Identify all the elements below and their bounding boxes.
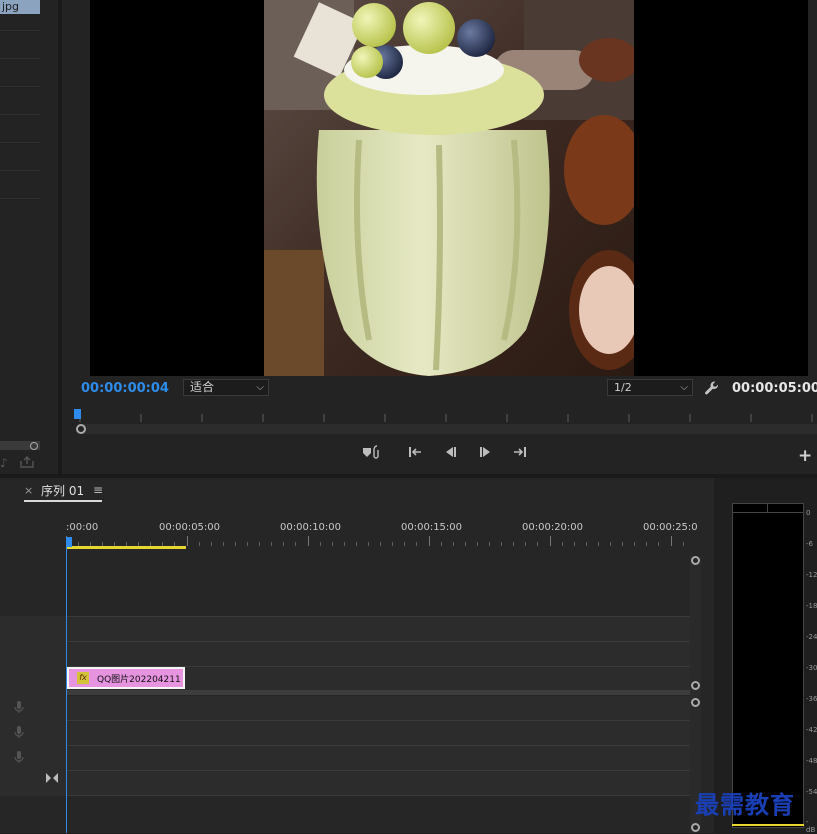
panel-menu-icon[interactable]: ≡: [93, 483, 103, 497]
marker-icon[interactable]: [362, 444, 384, 460]
track-separator: [66, 745, 690, 746]
ruler-label: 00:00:25:0: [643, 522, 698, 533]
meter-tick: -12: [806, 571, 817, 579]
scroll-knob[interactable]: [691, 556, 700, 565]
meter-tick: 0: [806, 509, 811, 517]
duration-timecode: 00:00:05:00: [732, 381, 817, 396]
resolution-dropdown[interactable]: 1/2 ⌵: [607, 379, 693, 396]
project-row-divider: [0, 170, 40, 171]
close-icon[interactable]: ×: [24, 484, 33, 497]
bowtie-icon[interactable]: [46, 773, 58, 786]
step-back-icon[interactable]: [441, 444, 459, 460]
music-note-icon[interactable]: ♪: [0, 456, 8, 470]
project-row-divider: [0, 114, 40, 115]
meter-tick: -30: [806, 664, 817, 672]
mic-icon[interactable]: [14, 725, 24, 742]
watermark-logo: 最需教育: [695, 790, 795, 819]
fx-badge: fx: [77, 672, 89, 684]
timeline-playhead-line[interactable]: [66, 546, 67, 833]
meter-tick: -6: [806, 540, 813, 548]
ruler-label: :00:00: [66, 522, 99, 533]
fit-value: 适合: [190, 380, 215, 394]
audio-track-1[interactable]: [66, 696, 690, 720]
meter-tick: -18: [806, 602, 817, 610]
export-icon[interactable]: [20, 456, 34, 468]
chevron-down-icon: ⌵: [256, 382, 264, 393]
scroll-knob[interactable]: [691, 823, 700, 832]
scroll-knob[interactable]: [691, 698, 700, 707]
current-timecode[interactable]: 00:00:00:04: [81, 381, 169, 396]
project-panel: [0, 0, 58, 474]
monitor-time-ruler[interactable]: [75, 408, 817, 422]
step-forward-icon[interactable]: [477, 444, 495, 460]
meter-tick: -dB: [806, 818, 816, 834]
project-zoom-knob[interactable]: [30, 442, 38, 450]
project-row-divider: [0, 30, 40, 31]
meter-tick: -54: [806, 788, 817, 796]
preview-image: [264, 0, 634, 376]
tab-active-indicator: [24, 500, 102, 502]
meter-tick: -42: [806, 726, 817, 734]
clip-label: QQ图片202204211: [97, 675, 181, 685]
audio-track-3[interactable]: [66, 746, 690, 770]
audio-track-2[interactable]: [66, 721, 690, 745]
ruler-label: 00:00:20:00: [522, 522, 584, 533]
go-to-in-icon[interactable]: [406, 444, 424, 460]
video-track-2[interactable]: [66, 642, 690, 666]
audio-meter-header: [732, 503, 804, 513]
track-separator: [66, 795, 690, 796]
scroll-knob[interactable]: [691, 681, 700, 690]
ruler-label: 00:00:15:00: [401, 522, 463, 533]
meter-tick: -36: [806, 695, 817, 703]
audio-meter-level: [732, 824, 804, 826]
audio-meter: [732, 503, 804, 828]
track-headers: [0, 616, 66, 796]
video-audio-divider[interactable]: [66, 690, 690, 695]
video-track-3[interactable]: [66, 617, 690, 641]
fit-dropdown[interactable]: 适合 ⌵: [183, 379, 269, 396]
meter-tick: -48: [806, 757, 817, 765]
track-separator: [66, 770, 690, 771]
ruler-label: 00:00:05:00: [159, 522, 221, 533]
chevron-down-icon: ⌵: [680, 382, 688, 393]
ruler-label: 00:00:10:00: [280, 522, 342, 533]
project-row-divider: [0, 198, 40, 199]
project-file-item[interactable]: jpg: [0, 0, 40, 14]
resolution-value: 1/2: [614, 381, 632, 394]
monitor-zoom-knob[interactable]: [76, 424, 86, 434]
tab-sequence[interactable]: 序列 01: [41, 482, 84, 499]
audio-track-master[interactable]: [66, 771, 690, 795]
project-row-divider: [0, 58, 40, 59]
project-row-divider: [0, 142, 40, 143]
plus-icon[interactable]: +: [798, 446, 812, 466]
timeline-clip[interactable]: fx QQ图片202204211: [67, 667, 185, 689]
go-to-out-icon[interactable]: [511, 444, 529, 460]
meter-tick: -24: [806, 633, 817, 641]
mic-icon[interactable]: [14, 750, 24, 767]
wrench-icon[interactable]: [704, 380, 720, 396]
work-area-bar[interactable]: [66, 546, 186, 549]
audio-meter-channel-divider: [767, 503, 768, 513]
mic-icon[interactable]: [14, 700, 24, 717]
track-separator: [66, 720, 690, 721]
monitor-playhead[interactable]: [74, 409, 81, 419]
monitor-scrub-bar[interactable]: [80, 424, 817, 434]
project-row-divider: [0, 86, 40, 87]
